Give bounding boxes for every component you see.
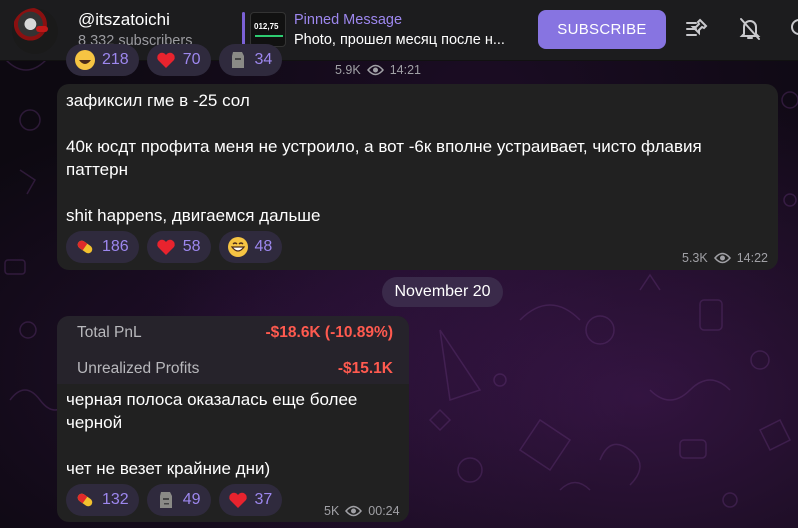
reaction-moai[interactable]: 34 (218, 44, 283, 76)
reaction-count: 218 (102, 51, 129, 68)
pinned-message-text[interactable]: Photo, прошел месяц после н... (294, 32, 519, 48)
pinned-thumbnail[interactable]: 012,75 (250, 12, 286, 47)
reaction-count: 48 (254, 238, 273, 255)
eye-icon (345, 505, 363, 517)
pinned-message-label[interactable]: Pinned Message (294, 12, 402, 28)
pnl-screenshot-image[interactable]: Total PnL -$18.6K (-10.89%) Unrealized P… (57, 316, 409, 384)
red-heart-icon (156, 52, 175, 68)
moai-icon (231, 52, 244, 68)
message-meta: 5K 00:24 (324, 504, 400, 518)
message-time: 00:24 (368, 504, 400, 518)
mute-bell-icon[interactable] (737, 16, 763, 42)
eye-icon (713, 252, 731, 264)
red-heart-icon (228, 492, 247, 508)
moai-icon (159, 492, 172, 508)
reaction-count: 186 (102, 238, 129, 255)
reaction-heart[interactable]: 58 (146, 231, 211, 263)
reaction-count: 70 (182, 51, 201, 68)
message-text: черная полоса оказалась еще более черной… (66, 390, 358, 478)
view-count: 5.9K (335, 63, 361, 77)
reaction-count: 34 (254, 51, 273, 68)
date-separator: November 20 (382, 277, 503, 307)
view-count: 5.3K (682, 251, 708, 265)
channel-title[interactable]: @itszatoichi (78, 10, 170, 30)
eye-icon (366, 64, 384, 76)
pill-icon (77, 493, 93, 507)
search-icon[interactable] (788, 16, 798, 42)
grinning-face-icon (75, 50, 95, 70)
unrealized-value: -$15.1K (337, 360, 393, 377)
view-count: 5K (324, 504, 340, 518)
red-heart-icon (156, 239, 175, 255)
reaction-heart[interactable]: 37 (218, 484, 283, 516)
channel-avatar[interactable] (12, 8, 58, 54)
message-reactions: 218 70 34 (66, 44, 283, 76)
pinned-indicator-bar (242, 12, 245, 47)
message-time: 14:21 (389, 63, 421, 77)
reaction-moai[interactable]: 49 (146, 484, 211, 516)
reaction-pill[interactable]: 186 (66, 231, 139, 263)
reaction-grinning[interactable]: 218 (66, 44, 139, 76)
reaction-pill[interactable]: 132 (66, 484, 139, 516)
reaction-count: 37 (254, 491, 273, 508)
reaction-heart[interactable]: 70 (146, 44, 211, 76)
total-pnl-row: Total PnL -$18.6K (-10.89%) (77, 324, 393, 342)
total-pnl-value: -$18.6K (-10.89%) (265, 324, 393, 341)
message-reactions: 186 58 48 (66, 231, 283, 263)
pinned-list-icon[interactable] (684, 16, 710, 42)
subscribe-button[interactable]: SUBSCRIBE (538, 10, 666, 49)
message-meta: 5.9K 14:21 (335, 63, 421, 77)
message-time: 14:22 (736, 251, 768, 265)
pinned-thumbnail-text: 012,75 (254, 22, 279, 31)
pill-icon (77, 240, 93, 254)
reaction-count: 132 (102, 491, 129, 508)
unrealized-row: Unrealized Profits -$15.1K (77, 360, 393, 378)
reaction-grinning[interactable]: 48 (218, 231, 283, 263)
message-text: зафиксил гме в -25 сол 40к юсдт профита … (66, 91, 702, 225)
reaction-count: 49 (182, 491, 201, 508)
message-meta: 5.3K 14:22 (682, 251, 768, 265)
pinned-thumbnail-line (255, 35, 283, 37)
total-pnl-label: Total PnL (77, 324, 142, 341)
unrealized-label: Unrealized Profits (77, 360, 200, 377)
grinning-face-icon (227, 237, 248, 257)
reaction-count: 58 (182, 238, 201, 255)
message-reactions: 132 49 37 (66, 484, 283, 516)
message-bubble[interactable]: зафиксил гме в -25 сол 40к юсдт профита … (57, 84, 778, 270)
